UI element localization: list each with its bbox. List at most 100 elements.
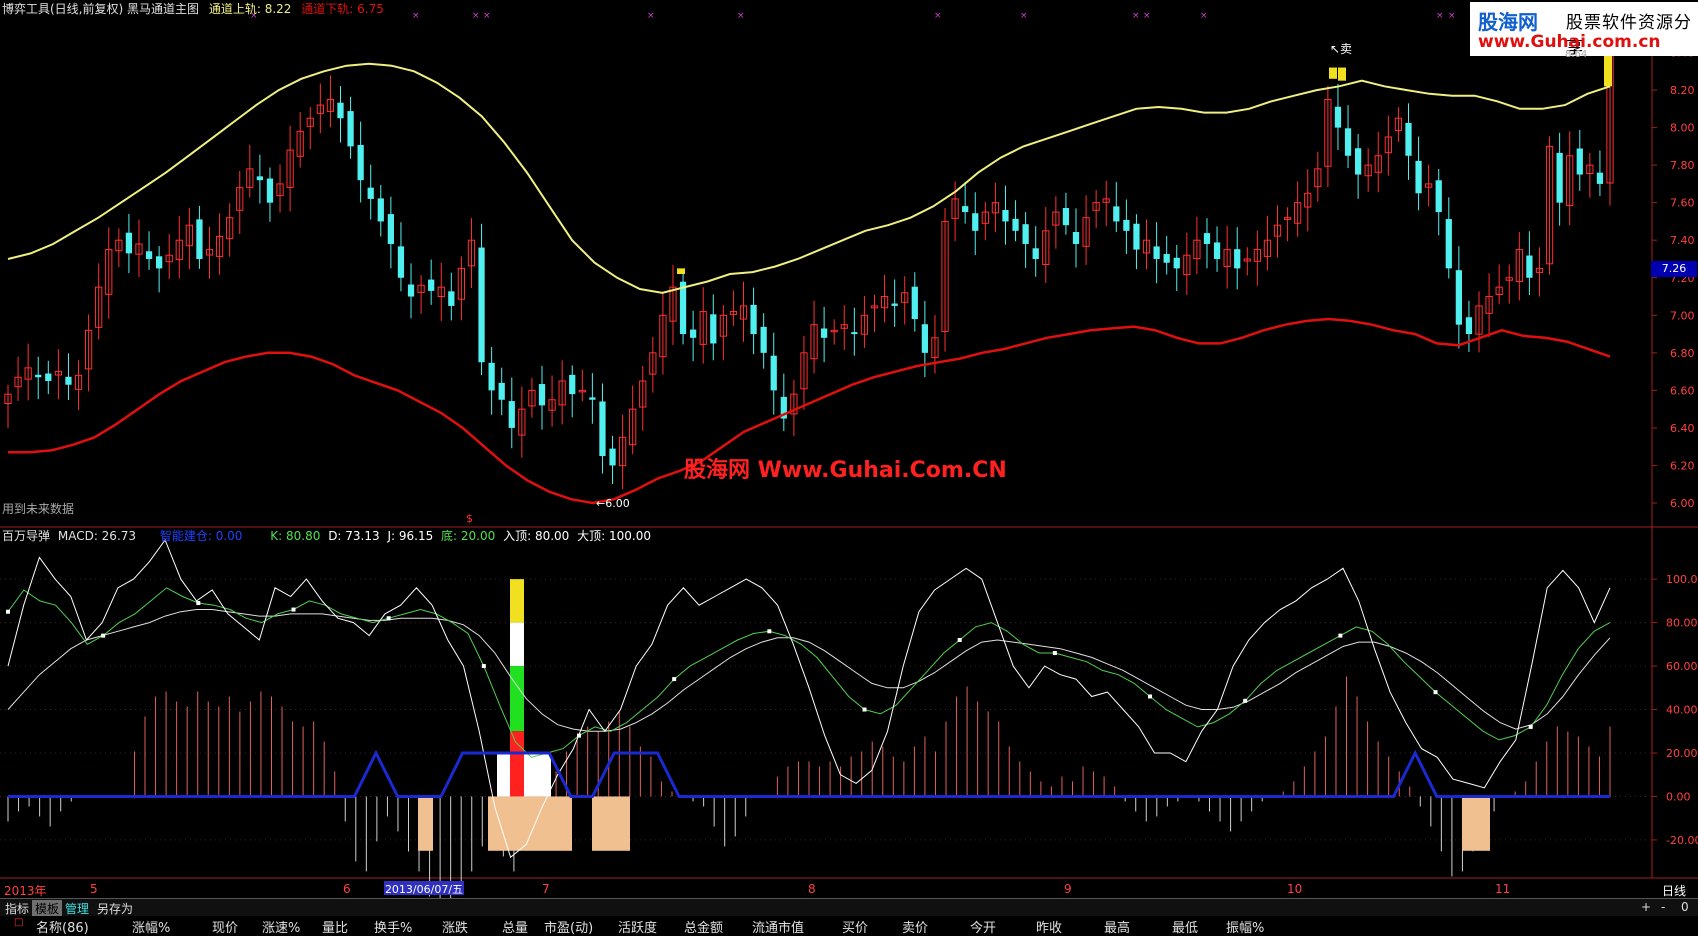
indicator-tick-label: 60.00 bbox=[1666, 660, 1698, 673]
candle-down bbox=[1213, 242, 1221, 259]
tab-indicator[interactable]: 指标 bbox=[2, 900, 32, 917]
candle-down bbox=[1022, 224, 1029, 244]
x-axis-month-5: 5 bbox=[90, 882, 98, 896]
candle-down bbox=[35, 374, 42, 378]
x-axis-selected-date[interactable]: 2013/06/07/五 bbox=[384, 881, 464, 896]
column-volume-ratio[interactable]: 量比 bbox=[322, 917, 348, 936]
candle-down bbox=[367, 187, 374, 199]
indicator-d: D: 73.13 bbox=[328, 529, 380, 543]
column-bid[interactable]: 买价 bbox=[842, 917, 868, 936]
candle-down bbox=[1445, 219, 1452, 269]
indicator-tick-label: 20.00 bbox=[1666, 747, 1698, 760]
column-prev-close[interactable]: 昨收 bbox=[1036, 917, 1062, 936]
kdj-marker bbox=[1338, 633, 1343, 638]
zoom-out-button[interactable]: - bbox=[1658, 900, 1668, 914]
candle-down bbox=[1435, 180, 1442, 213]
candle-down bbox=[710, 314, 717, 344]
tab-save-as[interactable]: 另存为 bbox=[94, 900, 136, 917]
column-ask[interactable]: 卖价 bbox=[902, 917, 928, 936]
kdj-marker bbox=[672, 677, 677, 682]
kdj-marker bbox=[767, 629, 772, 634]
candle-down bbox=[891, 303, 898, 306]
quote-column-header: □ 名称(86) 涨幅% 现价 涨速% 量比 换手% 涨跌 总量 市盈(动) 活… bbox=[0, 916, 1698, 936]
price-tick-label: 7.00 bbox=[1670, 309, 1695, 322]
candle-down bbox=[750, 304, 757, 335]
logo-name: 股海网 bbox=[1478, 10, 1538, 34]
rocket-red bbox=[510, 731, 524, 797]
indicator-top: 大顶: 100.00 bbox=[577, 529, 651, 543]
x-axis-period[interactable]: 日线 bbox=[1662, 882, 1686, 899]
candle-down bbox=[266, 178, 274, 203]
header-mark: × bbox=[412, 11, 420, 21]
candle-down bbox=[498, 382, 505, 400]
column-open[interactable]: 今开 bbox=[970, 917, 996, 936]
candle-down bbox=[1354, 148, 1362, 175]
x-axis-month-6: 6 bbox=[343, 882, 351, 896]
header-mark: × bbox=[1143, 11, 1151, 21]
column-change-pct[interactable]: 涨幅% bbox=[132, 917, 170, 936]
candle-down bbox=[1062, 208, 1070, 226]
signal-marker bbox=[1329, 67, 1337, 79]
indicator-signal: 智能建仓: 0.00 bbox=[159, 529, 243, 543]
candle-down bbox=[599, 401, 606, 457]
kdj-marker bbox=[481, 664, 486, 669]
build-zone-box bbox=[592, 796, 630, 851]
price-tick-label: 7.80 bbox=[1670, 159, 1695, 172]
candle-down bbox=[1596, 172, 1604, 184]
candle-down bbox=[508, 401, 515, 428]
price-tick-label: 6.80 bbox=[1670, 347, 1695, 360]
tab-manage[interactable]: 管理 bbox=[62, 900, 92, 917]
build-zone-box bbox=[418, 796, 433, 851]
column-high[interactable]: 最高 bbox=[1104, 917, 1130, 936]
column-change[interactable]: 涨跌 bbox=[442, 917, 468, 936]
candle-down bbox=[911, 286, 918, 320]
x-axis-year: 2013年 bbox=[4, 884, 47, 898]
column-low[interactable]: 最低 bbox=[1172, 917, 1198, 936]
kdj-marker bbox=[101, 633, 106, 638]
column-amplitude[interactable]: 振幅% bbox=[1226, 917, 1264, 936]
header-mark: × bbox=[934, 11, 942, 21]
price-tick-label: 8.20 bbox=[1670, 84, 1695, 97]
column-name[interactable]: 名称(86) bbox=[36, 917, 89, 936]
candle-down bbox=[1455, 270, 1462, 325]
indicator-enter: 入顶: 80.00 bbox=[503, 529, 570, 543]
candle-down bbox=[1032, 248, 1039, 259]
column-activity[interactable]: 活跃度 bbox=[618, 917, 657, 936]
indicator-tick-label: 100.00 bbox=[1666, 573, 1698, 586]
header-mark: × bbox=[647, 11, 655, 21]
chart-title: 博弈工具(日线,前复权) 黑马通道主图 bbox=[2, 2, 199, 16]
kdj-d-line bbox=[7, 609, 1611, 732]
candle-down bbox=[962, 206, 969, 213]
indicator-tick-label: 40.00 bbox=[1666, 704, 1698, 717]
signal-marker bbox=[1338, 67, 1346, 81]
candle-down bbox=[347, 111, 354, 147]
column-price[interactable]: 现价 bbox=[212, 917, 238, 936]
candle-down bbox=[448, 291, 455, 306]
column-amount[interactable]: 总金额 bbox=[684, 917, 723, 936]
candle-down bbox=[1203, 233, 1211, 244]
tab-template[interactable]: 模板 bbox=[32, 900, 63, 917]
column-pe[interactable]: 市盈(动) bbox=[544, 917, 593, 936]
candle-down bbox=[397, 246, 405, 278]
lower-band-value: 6.75 bbox=[357, 2, 384, 16]
column-float-cap[interactable]: 流通市值 bbox=[752, 917, 804, 936]
candle-down bbox=[1163, 254, 1170, 263]
candle-down bbox=[820, 328, 828, 338]
column-total-volume[interactable]: 总量 bbox=[502, 917, 528, 936]
current-price-tag: 7.26 bbox=[1651, 261, 1697, 277]
x-axis-month-8: 8 bbox=[808, 882, 816, 896]
reset-button[interactable]: 0 bbox=[1678, 900, 1692, 914]
indicator-macd: MACD: 26.73 bbox=[57, 529, 137, 543]
kdj-marker bbox=[1052, 651, 1057, 656]
candle-down bbox=[1002, 209, 1009, 222]
zoom-in-button[interactable]: + bbox=[1638, 900, 1654, 914]
candle-down bbox=[538, 384, 546, 406]
low-annotation: ←6.00 bbox=[596, 497, 630, 510]
candle-down bbox=[1072, 231, 1080, 244]
candle-down bbox=[1113, 206, 1120, 222]
column-turnover[interactable]: 换手% bbox=[374, 917, 412, 936]
candle-down bbox=[387, 214, 394, 244]
kdj-marker bbox=[386, 616, 391, 621]
indicator-k: K: 80.80 bbox=[270, 529, 321, 543]
column-speed[interactable]: 涨速% bbox=[262, 917, 300, 936]
